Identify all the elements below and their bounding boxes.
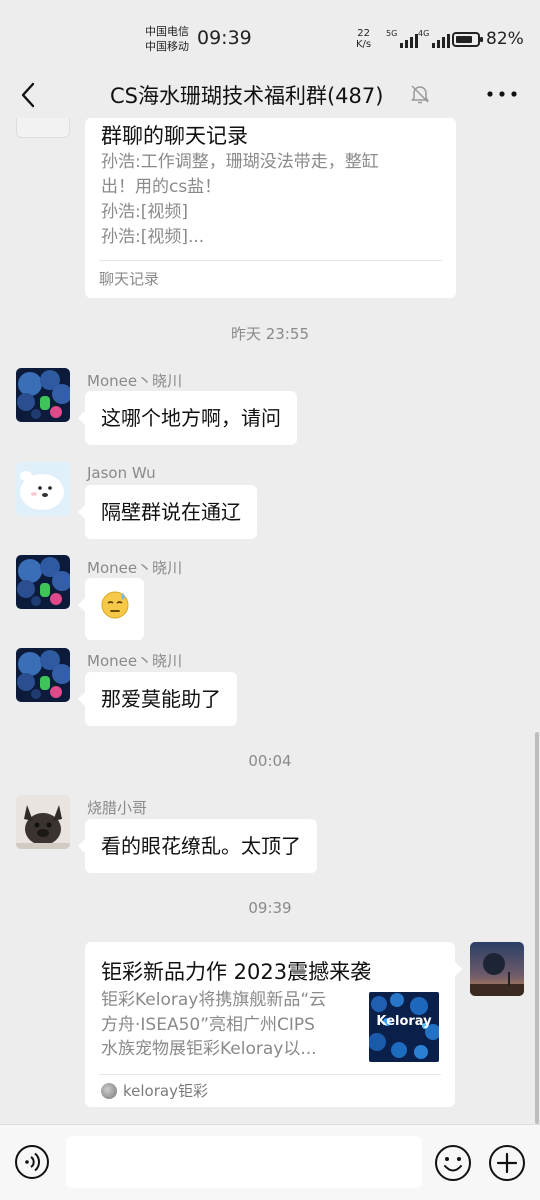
article-source-name: keloray钜彩 [123,1082,208,1100]
article-title: 钜彩新品力作 2023震撼来袭 [101,960,372,984]
voice-icon[interactable] [14,1144,50,1180]
status-time: 09:39 [197,27,252,49]
plus-icon[interactable] [488,1144,526,1182]
emoji-icon[interactable] [434,1144,472,1182]
avatar-bear-image [16,462,70,516]
article-source: keloray钜彩 [101,1080,208,1101]
my-avatar[interactable] [470,942,524,996]
avatar-coral-image [16,555,70,609]
timestamp: 09:39 [248,899,292,917]
avatar[interactable] [16,368,70,422]
chat-record-line: 孙浩:[视频] [101,202,188,222]
battery-percent: 82% [486,29,524,49]
avatar[interactable] [16,118,70,138]
scrollbar[interactable] [535,732,539,1124]
chat-record-line: 出！用的cs盐！ [101,177,222,197]
network-speed-value: 22 [357,28,370,39]
timestamp: 昨天 23:55 [231,325,309,343]
message-bubble[interactable]: 这哪个地方啊，请问 [78,391,297,445]
chat-record-label: 聊天记录 [99,270,160,288]
source-logo-icon [101,1082,117,1099]
sim2-network-tag: 4G [418,29,430,38]
timestamp: 00:04 [248,752,292,770]
emoji-message[interactable] [78,578,144,640]
back-icon[interactable] [14,80,44,110]
network-speed-unit: K/s [356,39,372,50]
sender-name: Monee丶晓川 [87,372,183,390]
sweat-face-emoji-icon [101,591,128,619]
more-dots-icon[interactable] [484,84,520,104]
input-bar [0,1124,540,1200]
message-input[interactable] [66,1136,422,1188]
avatar[interactable] [16,648,70,702]
avatar[interactable] [16,462,70,516]
sender-name: Monee丶晓川 [87,652,183,670]
bell-muted-icon [411,85,429,104]
sender-name: Monee丶晓川 [87,559,183,577]
avatar[interactable] [16,555,70,609]
chat-title: CS海水珊瑚技术福利群(487) [110,84,384,108]
article-desc-line: 方舟·ISEA50”亮相广州CIPS [101,1014,315,1035]
article-desc-line: 水族宠物展钜彩Keloray以... [101,1039,317,1059]
divider [99,1074,441,1075]
chat-header: CS海水珊瑚技术福利群(487) [0,72,540,118]
signal-icon: 4G [418,29,451,48]
message-bubble[interactable]: 看的眼花缭乱。太顶了 [78,819,317,873]
article-thumbnail-logo-text: Keloray [376,1014,432,1029]
avatar-dog-image [16,795,70,849]
divider [99,260,442,261]
chat-record-card[interactable]: 群聊的聊天记录 孙浩:工作调整，珊瑚没法带走，整缸 出！用的cs盐！ 孙浩:[视… [85,118,456,298]
message-bubble[interactable]: 隔壁群说在通辽 [78,485,257,539]
chat-record-line: 孙浩:[视频]... [101,227,205,247]
battery-icon [452,32,483,47]
carrier-1: 中国电信 [145,25,189,38]
avatar-coral-image [16,648,70,702]
avatar-coral-image [16,368,70,422]
sender-name: 烧腊小哥 [87,799,148,817]
status-bar: 中国电信 中国移动 09:39 22 K/s 5G 4G 82% [0,0,540,72]
article-card[interactable]: 钜彩新品力作 2023震撼来袭 钜彩Keloray将携旗舰新品“云 方舟·ISE… [85,942,455,1107]
chat-record-line: 孙浩:工作调整，珊瑚没法带走，整缸 [101,152,379,172]
message-bubble[interactable]: 那爱莫能助了 [78,672,237,726]
sender-name: Jason Wu [87,464,156,482]
network-speed: 22 K/s [356,28,371,50]
avatar[interactable] [16,795,70,849]
sim1-network-tag: 5G [386,29,398,38]
article-description: 钜彩Keloray将携旗舰新品“云 方舟·ISEA50”亮相广州CIPS 水族宠… [101,988,363,1062]
carrier-names: 中国电信 中国移动 [145,24,189,54]
carrier-2: 中国移动 [145,40,189,53]
signal-icon: 5G [386,29,419,48]
avatar-landscape-image [470,942,524,996]
bubble-tail [455,962,462,976]
chat-record-title: 群聊的聊天记录 [101,124,248,148]
chat-record-preview: 孙浩:工作调整，珊瑚没法带走，整缸 出！用的cs盐！ 孙浩:[视频] 孙浩:[视… [101,150,379,250]
article-thumbnail: Keloray [369,992,439,1062]
article-desc-line: 钜彩Keloray将携旗舰新品“云 [101,990,327,1010]
